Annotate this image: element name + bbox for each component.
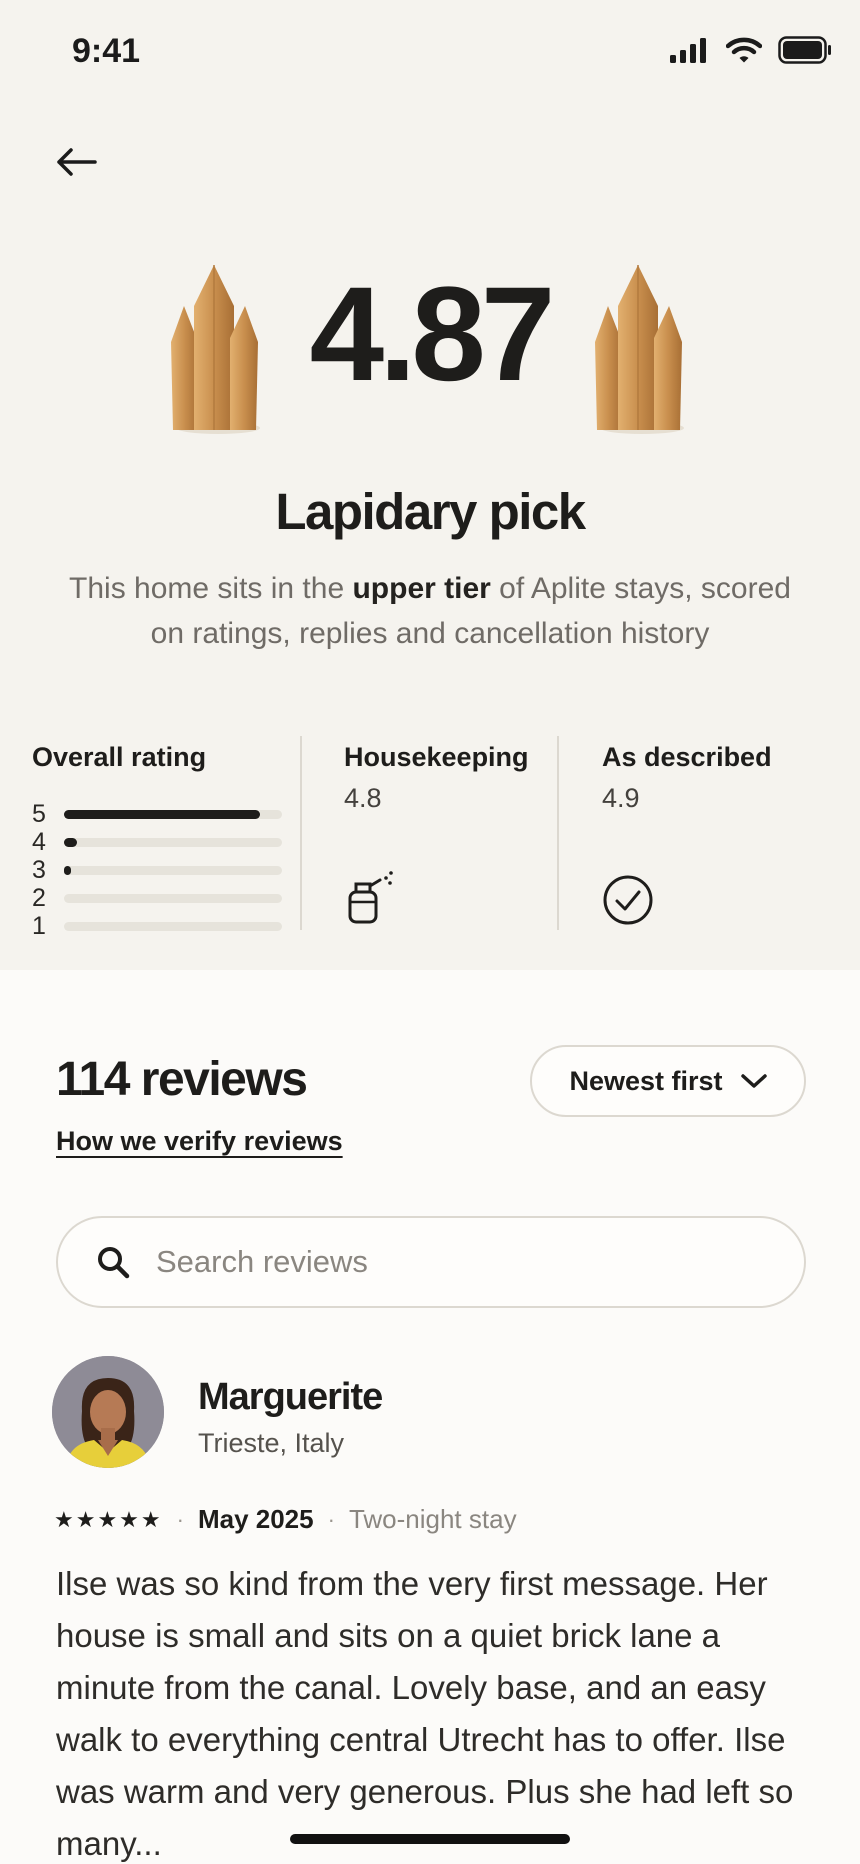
status-icons xyxy=(670,36,832,64)
rating-bar-row: 1 xyxy=(32,912,282,940)
overall-rating-title: Overall rating xyxy=(32,742,207,772)
rating-bar-track xyxy=(64,921,282,931)
review-meta: ★★★★★ · May 2025 · Two-night stay xyxy=(54,1504,517,1535)
rating-bar-track xyxy=(64,809,282,819)
rating-bar-label: 4 xyxy=(32,828,46,856)
search-input[interactable] xyxy=(156,1244,716,1280)
wifi-icon xyxy=(726,37,762,63)
review-date: May 2025 xyxy=(197,1504,314,1534)
home-indicator xyxy=(290,1834,570,1844)
badge-title: Lapidary pick xyxy=(275,483,586,540)
badge-description: This home sits in the upper tier of Apli… xyxy=(60,566,800,656)
rating-bar-row: 5 xyxy=(32,800,282,828)
spray-bottle-icon xyxy=(348,871,393,924)
review-text: Ilse was so kind from the very first mes… xyxy=(56,1565,794,1862)
rating-distribution: 5 4 3 2 1 xyxy=(32,800,282,940)
rating-bar-track xyxy=(64,865,282,875)
cellular-signal-icon xyxy=(670,38,706,63)
avatar[interactable] xyxy=(52,1356,164,1468)
overall-rating-stat: Overall rating xyxy=(32,742,206,773)
search-icon xyxy=(98,1247,130,1279)
rating-bar-row: 3 xyxy=(32,856,282,884)
arrow-left-icon xyxy=(57,148,97,176)
rating-bar-row: 2 xyxy=(32,884,282,912)
as-described-title: As described xyxy=(602,742,772,772)
stay-length: Two-night stay xyxy=(348,1504,517,1534)
separator-dot: · xyxy=(176,1506,184,1532)
rating-bar-label: 3 xyxy=(32,856,46,884)
as-described-value: 4.9 xyxy=(602,783,640,813)
rating-bar-label: 1 xyxy=(32,912,46,940)
sort-label: Newest first xyxy=(569,1065,723,1096)
rating-bar-label: 2 xyxy=(32,884,46,912)
badge-description-start: This home sits in the xyxy=(69,572,353,605)
separator-dot: · xyxy=(327,1506,335,1532)
stat-divider xyxy=(557,736,559,930)
rating-bar-row: 4 xyxy=(32,828,282,856)
rating-bar-fill xyxy=(64,865,71,875)
sort-dropdown[interactable]: Newest first xyxy=(530,1045,806,1117)
search-box[interactable] xyxy=(56,1216,806,1308)
chevron-down-icon xyxy=(740,1074,767,1088)
reviewer-location: Trieste, Italy xyxy=(198,1428,345,1458)
rating-summary-section: 9:41 4.87 Lapidary pick This home sits i… xyxy=(0,0,860,970)
rating-bar-track xyxy=(64,893,282,903)
badge-description-highlight: upper tier xyxy=(352,572,491,605)
housekeeping-stat: Housekeeping 4.8 xyxy=(344,742,529,814)
stat-divider xyxy=(300,736,302,930)
check-circle-icon xyxy=(603,875,653,925)
reviews-count: 114 reviews xyxy=(56,1053,308,1106)
housekeeping-value: 4.8 xyxy=(344,783,382,813)
verify-reviews-link[interactable]: How we verify reviews xyxy=(56,1126,343,1157)
star-rating: ★★★★★ xyxy=(54,1506,163,1532)
rating-bar-track xyxy=(64,837,282,847)
as-described-stat: As described 4.9 xyxy=(602,742,772,814)
housekeeping-title: Housekeeping xyxy=(344,742,529,772)
battery-icon xyxy=(778,36,831,64)
overall-rating-value: 4.87 xyxy=(309,260,556,409)
reviewer-photo xyxy=(52,1356,164,1468)
status-time: 9:41 xyxy=(72,32,141,70)
reviewer-name: Marguerite xyxy=(198,1376,383,1418)
rating-bar-label: 5 xyxy=(32,800,46,828)
back-button[interactable] xyxy=(46,136,106,188)
rating-bar-fill xyxy=(64,809,261,819)
rating-bar-fill xyxy=(64,837,78,847)
